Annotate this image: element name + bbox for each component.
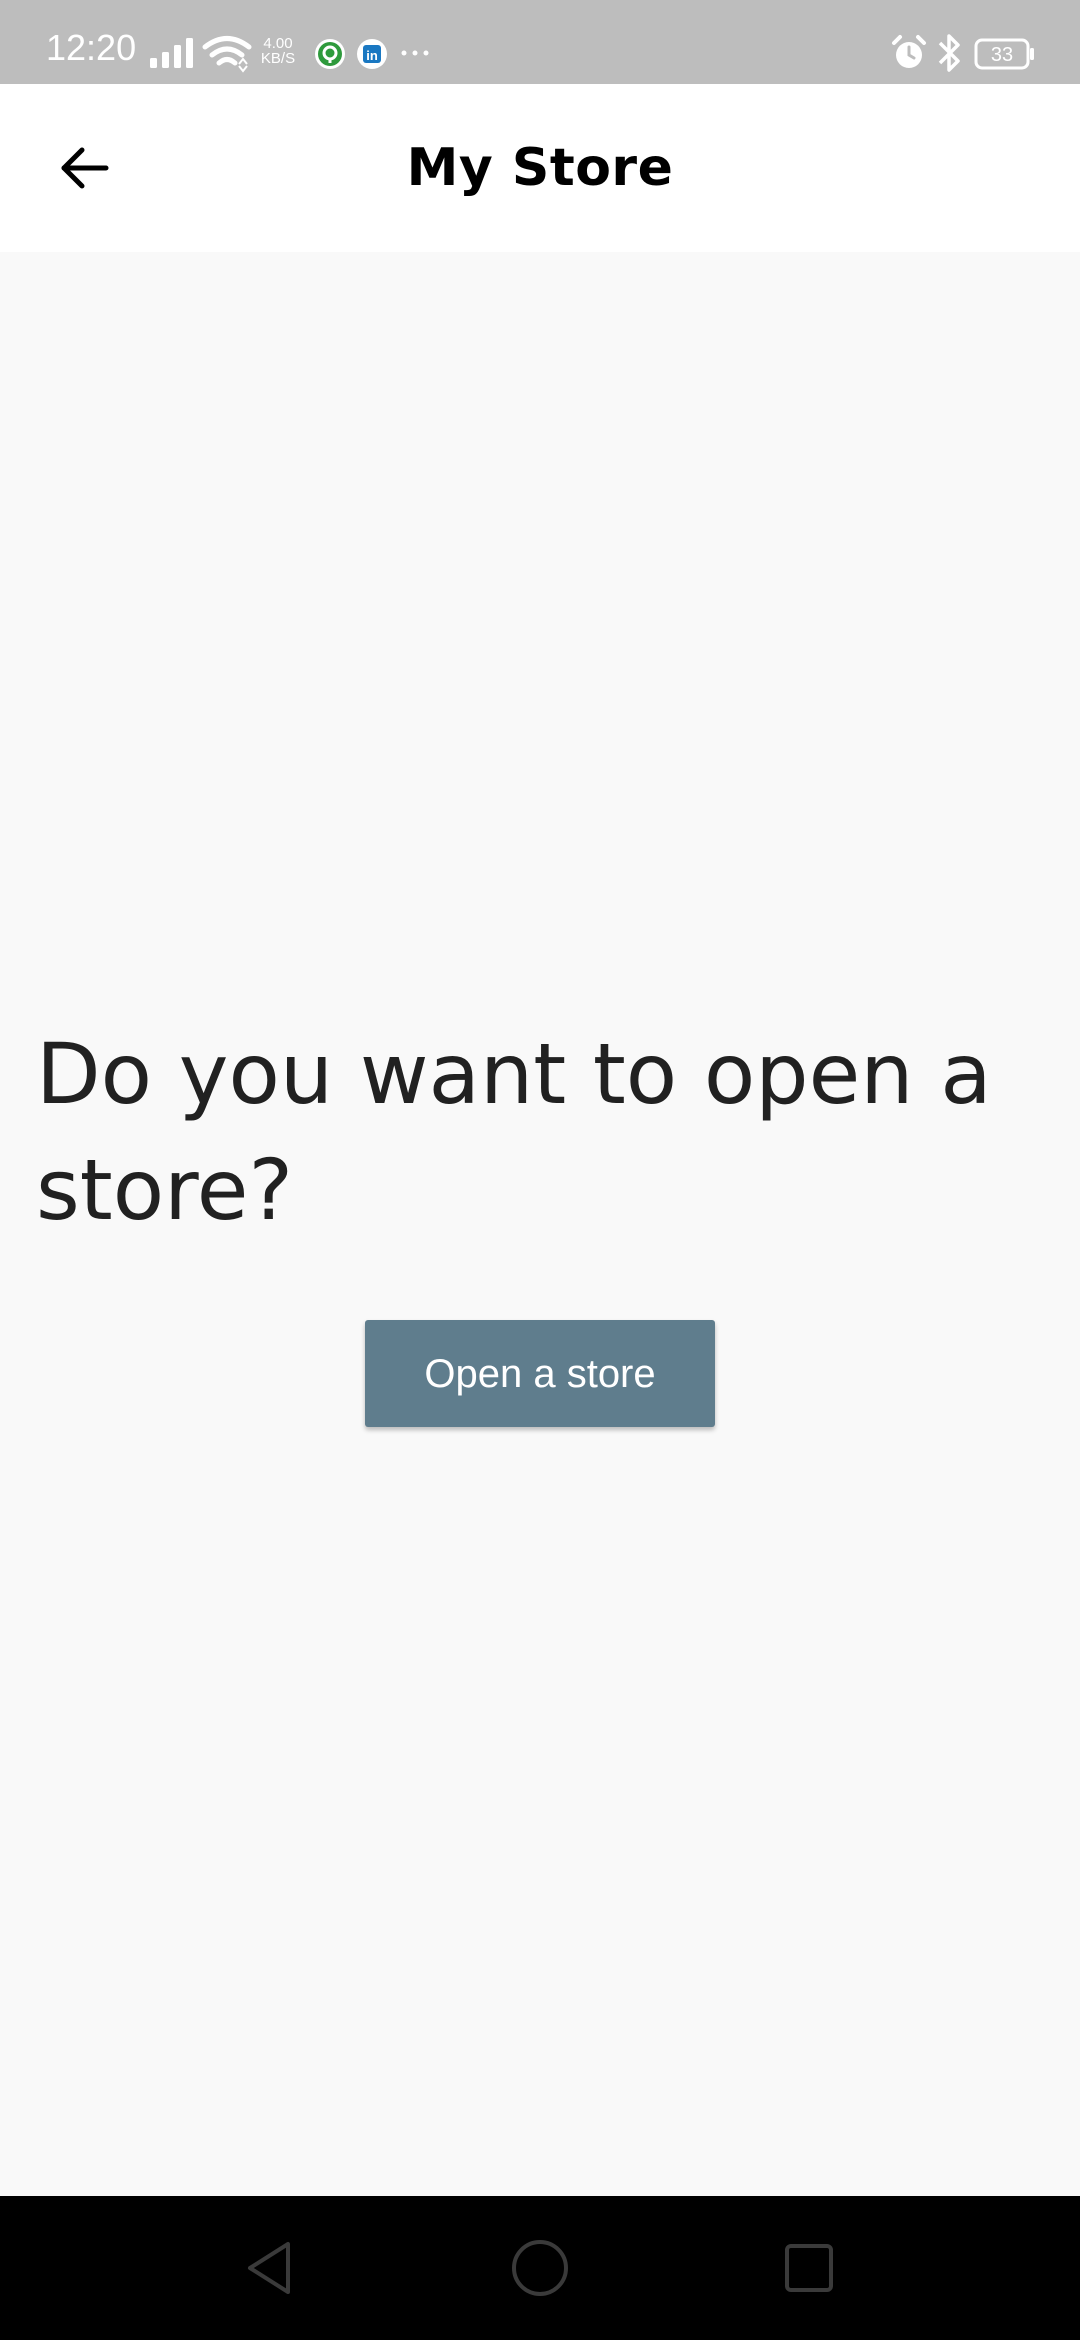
app-notification-icon [315, 39, 345, 69]
page-title: My Store [406, 138, 674, 198]
battery-level: 33 [991, 44, 1013, 66]
svg-text:in: in [366, 48, 378, 63]
nav-home-button[interactable] [504, 2232, 576, 2304]
network-speed-value: 4.00 [263, 35, 293, 52]
open-store-button[interactable]: Open a store [365, 1320, 715, 1427]
bluetooth-icon [938, 34, 960, 72]
recents-nav-icon [785, 2244, 833, 2292]
battery-icon: 33 [974, 38, 1034, 70]
wifi-icon [202, 36, 252, 73]
alarm-icon [892, 35, 926, 68]
network-speed: 4.00 KB/S [256, 36, 300, 66]
nav-recents-button[interactable] [773, 2232, 845, 2304]
network-speed-unit: KB/S [260, 50, 296, 67]
more-icon [401, 50, 429, 56]
status-time: 12:20 [46, 27, 137, 68]
home-nav-icon [512, 2240, 568, 2296]
nav-back-button[interactable] [234, 2232, 306, 2304]
linkedin-icon: in [357, 39, 387, 69]
open-store-prompt: Do you want to open a store? [36, 1025, 992, 1239]
signal-icon [150, 38, 193, 68]
status-bar: 12:20 4.00 KB/S in 33 [0, 0, 1080, 84]
back-nav-icon [248, 2242, 290, 2294]
